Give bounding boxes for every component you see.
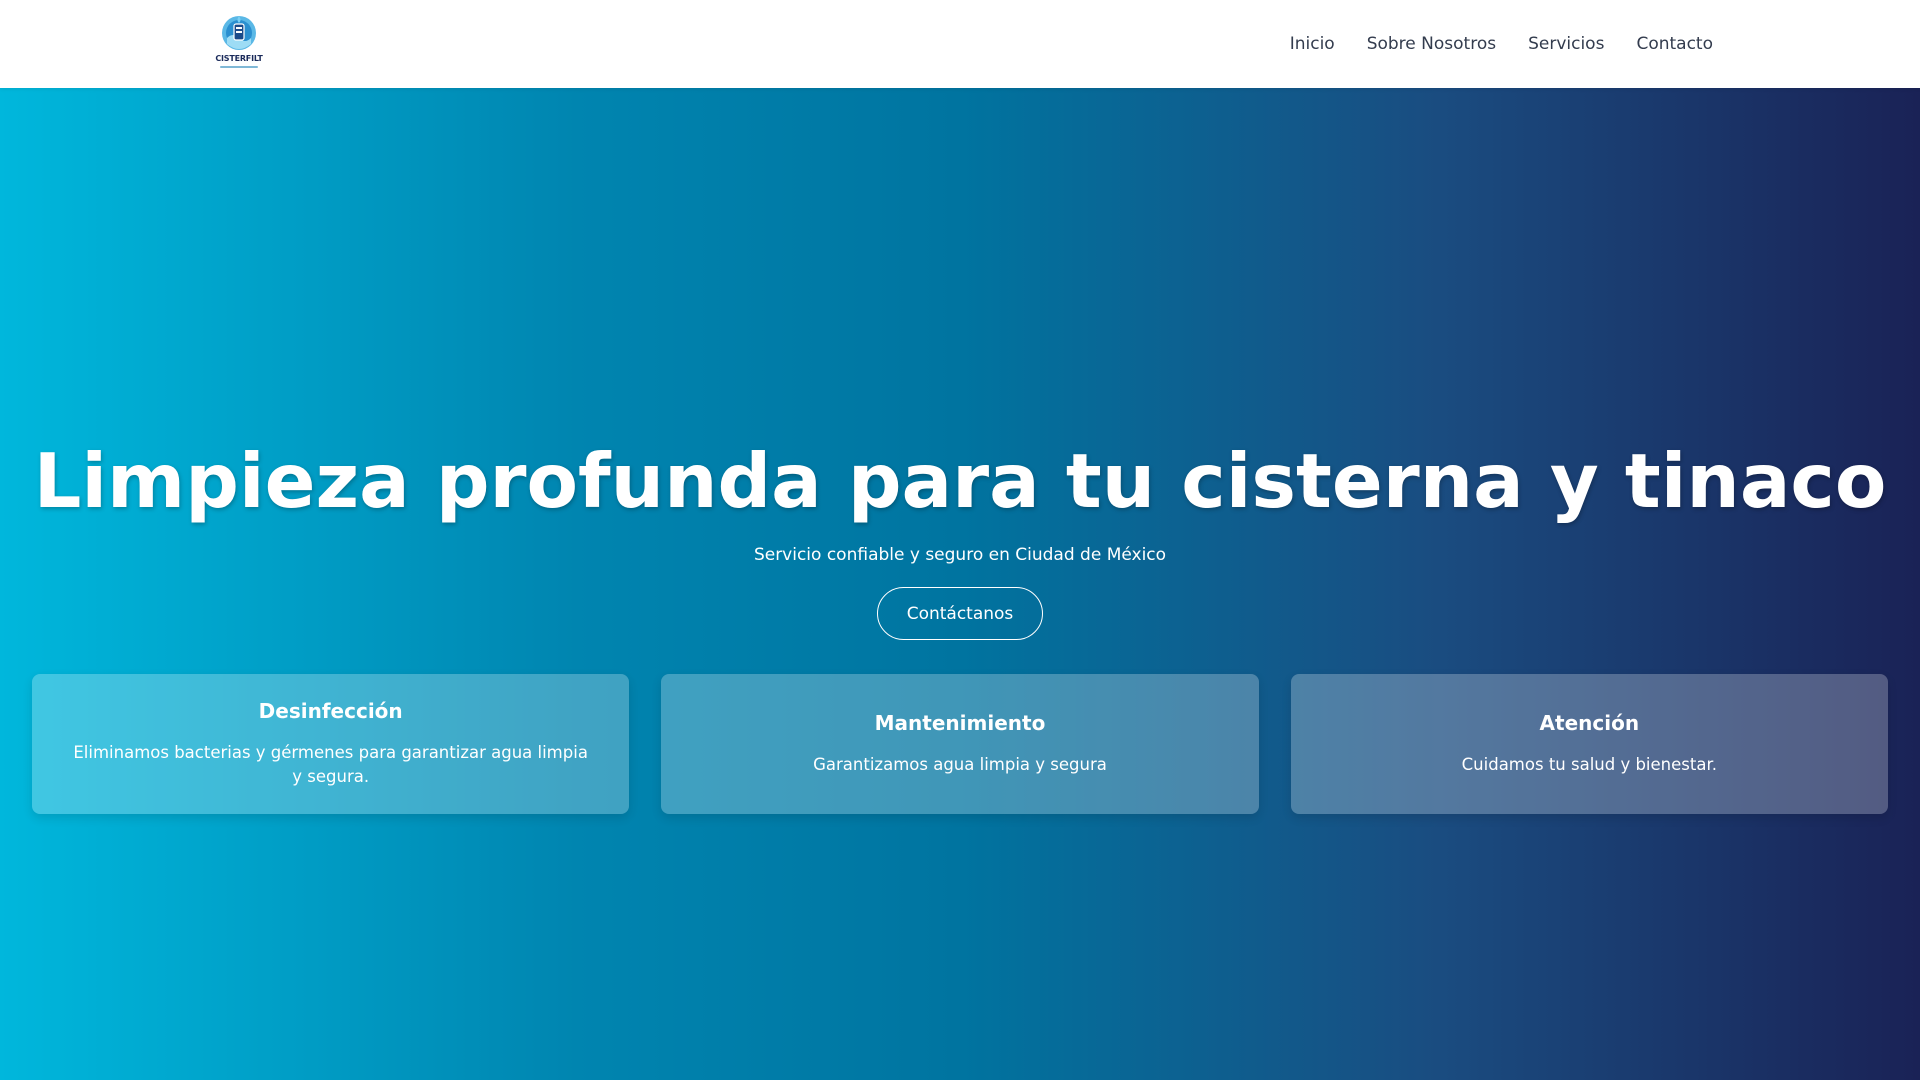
feature-card-text: Cuidamos tu salud y bienestar. <box>1461 755 1717 774</box>
brand-logo[interactable]: CISTERFILT <box>210 14 268 72</box>
navbar: CISTERFILT Inicio Sobre Nosotros Servici… <box>0 0 1920 88</box>
feature-card-atencion: Atención Cuidamos tu salud y bienestar. <box>1290 674 1888 814</box>
nav-link-inicio[interactable]: Inicio <box>1290 34 1335 54</box>
feature-cards: Desinfección Eliminamos bacterias y gérm… <box>32 674 1888 814</box>
feature-card-title: Atención <box>1539 711 1640 735</box>
logo-underline <box>220 66 258 68</box>
feature-card-text: Garantizamos agua limpia y segura <box>813 755 1107 774</box>
feature-card-desinfeccion: Desinfección Eliminamos bacterias y gérm… <box>32 674 630 814</box>
feature-card-mantenimiento: Mantenimiento Garantizamos agua limpia y… <box>661 674 1259 814</box>
nav-link-servicios[interactable]: Servicios <box>1528 34 1604 54</box>
logo-text: CISTERFILT <box>215 54 263 63</box>
contact-cta-button[interactable]: Contáctanos <box>877 587 1043 640</box>
nav-link-contacto[interactable]: Contacto <box>1636 34 1713 54</box>
feature-card-title: Desinfección <box>258 699 403 723</box>
main-nav: Inicio Sobre Nosotros Servicios Contacto <box>1290 0 1713 88</box>
hero-title: Limpieza profunda para tu cisterna y tin… <box>33 437 1887 525</box>
nav-link-sobre-nosotros[interactable]: Sobre Nosotros <box>1367 34 1496 54</box>
feature-card-title: Mantenimiento <box>874 711 1046 735</box>
water-drop-logo-icon <box>222 16 256 50</box>
feature-card-text: Eliminamos bacterias y gérmenes para gar… <box>73 743 588 786</box>
hero-section: Limpieza profunda para tu cisterna y tin… <box>0 88 1920 1080</box>
hero-subtitle: Servicio confiable y seguro en Ciudad de… <box>753 545 1167 565</box>
